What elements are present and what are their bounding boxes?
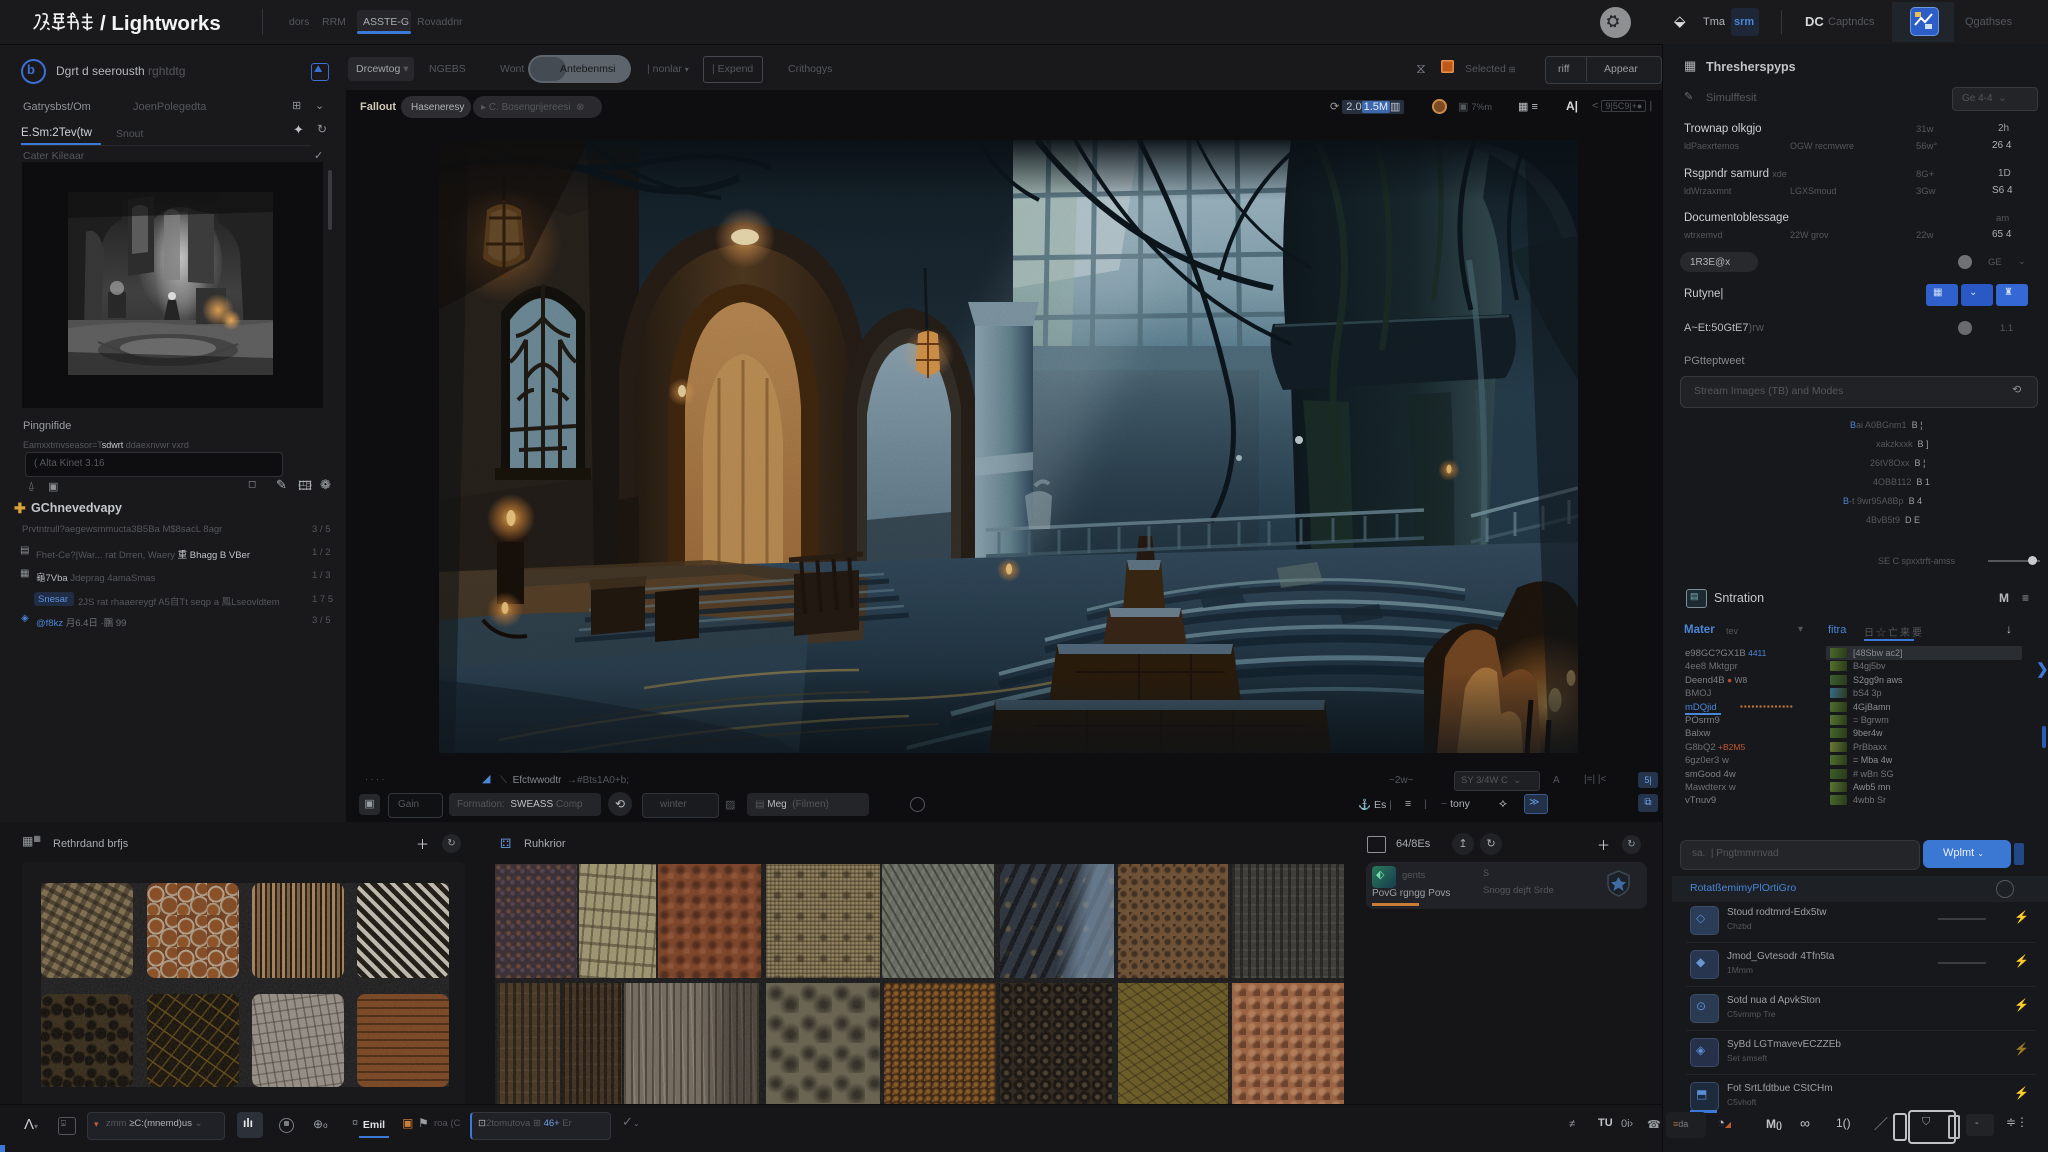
svg-text:/ Lightworks: / Lightworks [100, 12, 221, 35]
